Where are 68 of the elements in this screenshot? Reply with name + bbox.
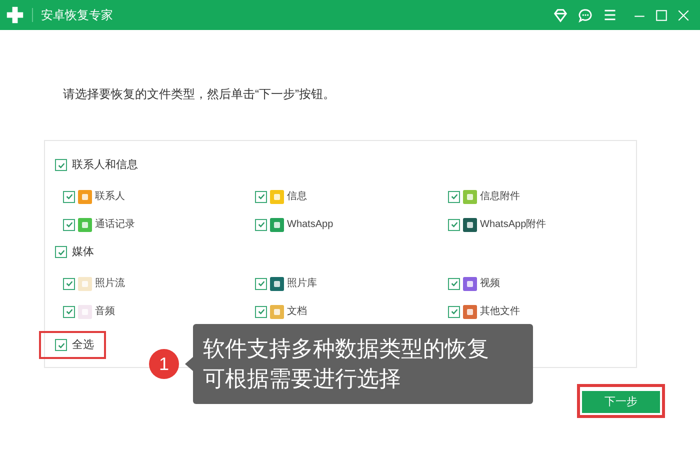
callout-text: 可根据需要进行选择 (203, 365, 402, 393)
file-type-label: WhatsApp附件 (480, 218, 546, 232)
file-type-icon (78, 276, 92, 290)
checkmark-icon (56, 160, 66, 170)
checkbox[interactable] (448, 278, 460, 290)
checkmark-icon (56, 248, 66, 256)
file-type-icon (78, 218, 92, 232)
checkmark-icon (450, 220, 458, 229)
checkmark-icon (450, 307, 458, 316)
file-type-label: 信息 (287, 190, 307, 204)
file-type-label: 联系人 (95, 190, 125, 204)
file-type-icon (463, 304, 477, 318)
plus-logo-icon (6, 6, 24, 24)
checkbox[interactable] (255, 190, 267, 202)
checkbox[interactable] (63, 218, 75, 230)
close-icon[interactable] (677, 8, 690, 22)
checkbox[interactable] (55, 339, 67, 351)
file-type-icon (463, 218, 477, 232)
file-type-icon (270, 276, 284, 290)
file-type-icon (463, 190, 477, 204)
checkmark-icon (64, 220, 74, 229)
checkmark-icon (450, 279, 458, 288)
file-type-label: 音频 (95, 304, 115, 319)
file-type-label: 信息附件 (480, 190, 520, 204)
chat-icon[interactable] (578, 8, 593, 22)
checkmark-icon (256, 192, 266, 201)
checkmark-icon (450, 192, 458, 201)
file-type-icon (270, 218, 284, 232)
checkmark-icon (256, 307, 266, 316)
checkbox[interactable] (63, 190, 75, 202)
checkbox[interactable] (448, 190, 460, 202)
group-label: 媒体 (72, 244, 94, 260)
checkbox[interactable] (55, 159, 67, 171)
checkbox[interactable] (63, 278, 75, 290)
checkbox[interactable] (255, 306, 267, 318)
file-type-icon (78, 304, 92, 318)
checkmark-icon (56, 340, 66, 350)
checkbox[interactable] (448, 306, 460, 318)
checkbox[interactable] (55, 246, 67, 258)
checkmark-icon (64, 307, 74, 316)
file-type-icon (270, 304, 284, 318)
instruction-text: 请选择要恢复的文件类型，然后单击“下一步”按钮。 (63, 87, 335, 101)
window-title: 安卓恢复专家 (41, 7, 113, 24)
menu-icon[interactable] (603, 8, 617, 22)
file-type-label: WhatsApp (287, 218, 334, 232)
checkbox[interactable] (448, 218, 460, 230)
checkbox[interactable] (255, 278, 267, 290)
file-type-label: 其他文件 (480, 304, 520, 319)
file-type-icon (270, 190, 284, 204)
file-type-label: 文档 (287, 304, 307, 319)
file-type-label: 通话记录 (95, 218, 135, 232)
file-type-icon (463, 276, 477, 290)
maximize-icon[interactable] (655, 8, 668, 22)
diamond-icon[interactable] (553, 8, 568, 22)
step-number-badge: 1 (149, 349, 179, 379)
checkmark-icon (64, 279, 74, 288)
callout-text: 软件支持多种数据类型的恢复 (203, 335, 490, 363)
select-all-label[interactable]: 全选 (72, 336, 94, 354)
checkbox[interactable] (63, 306, 75, 318)
group-label: 联系人和信息 (72, 158, 138, 173)
checkmark-icon (64, 192, 74, 201)
checkbox[interactable] (255, 218, 267, 230)
file-type-label: 视频 (480, 276, 500, 291)
file-type-icon (78, 190, 92, 204)
checkmark-icon (256, 220, 266, 229)
checkmark-icon (256, 279, 266, 288)
file-type-label: 照片库 (287, 276, 317, 291)
file-type-label: 照片流 (95, 276, 125, 291)
